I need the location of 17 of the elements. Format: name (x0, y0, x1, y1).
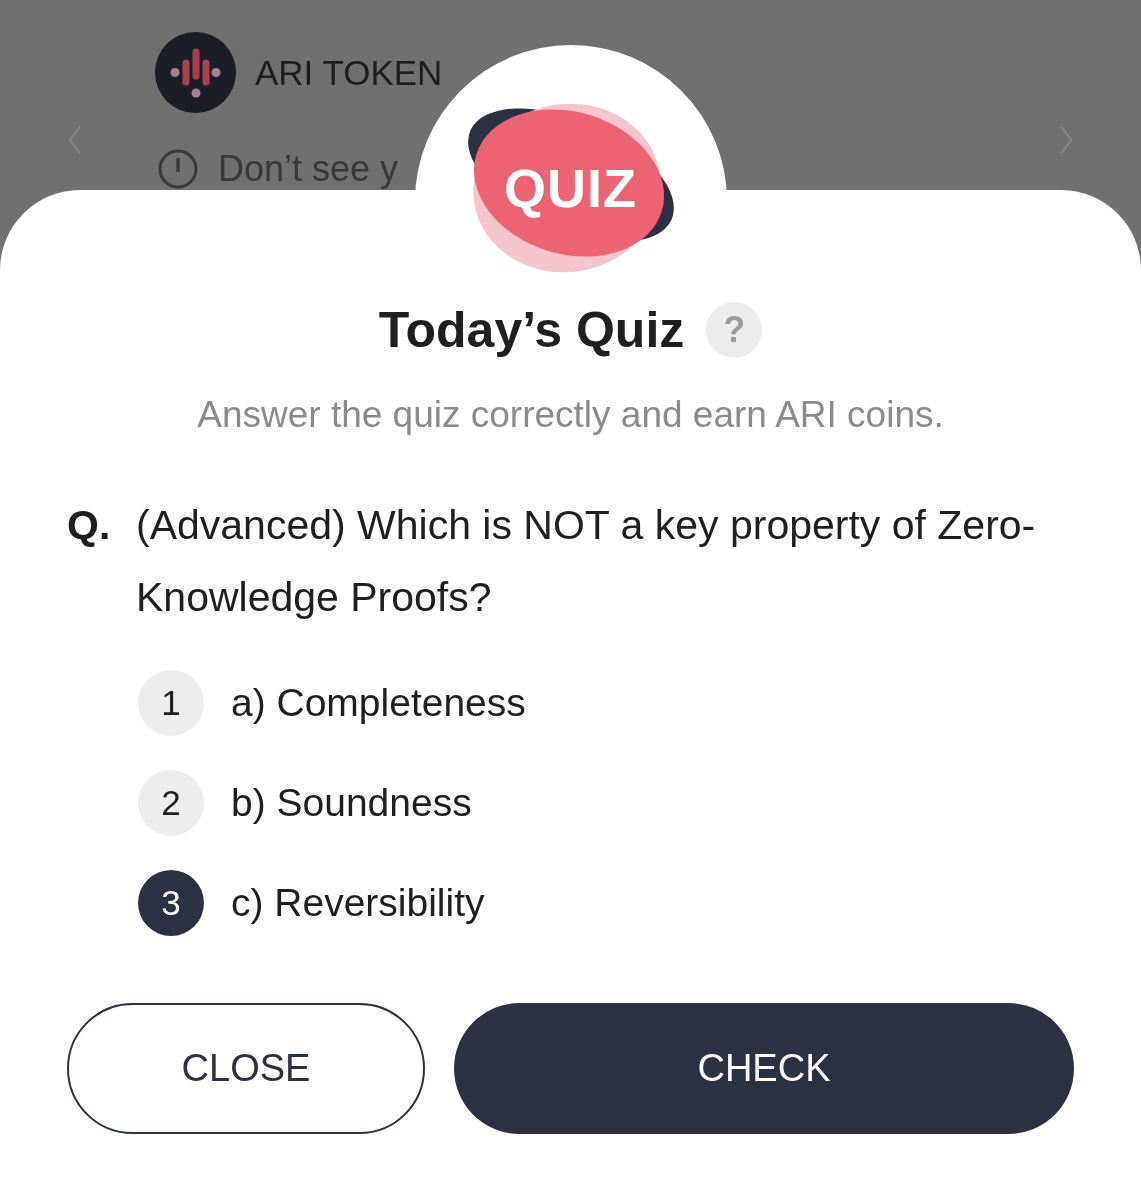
quiz-subtitle: Answer the quiz correctly and earn ARI coins. (196, 395, 945, 435)
check-button[interactable]: CHECK (454, 1003, 1074, 1134)
quiz-title: Today’s Quiz (378, 302, 685, 358)
question-prefix: Q. (67, 501, 112, 550)
notice-text: Don’t see y (218, 148, 399, 190)
close-button[interactable]: CLOSE (67, 1003, 425, 1134)
option-number: 2 (138, 770, 204, 836)
answer-option[interactable]: 1 a) Completeness (138, 670, 526, 736)
answer-option[interactable]: 3 c) Reversibility (138, 870, 485, 936)
question-text: (Advanced) Which is NOT a key property of Zero-Knowledge Proofs? (136, 501, 1037, 622)
option-number: 1 (138, 670, 204, 736)
option-number: 3 (138, 870, 204, 936)
exclamation-circle-icon (158, 149, 198, 189)
token-logo-icon (155, 32, 236, 113)
logo-text: QUIZ (504, 158, 637, 218)
token-name: ARI TOKEN (255, 51, 443, 94)
answer-option[interactable]: 2 b) Soundness (138, 770, 472, 836)
